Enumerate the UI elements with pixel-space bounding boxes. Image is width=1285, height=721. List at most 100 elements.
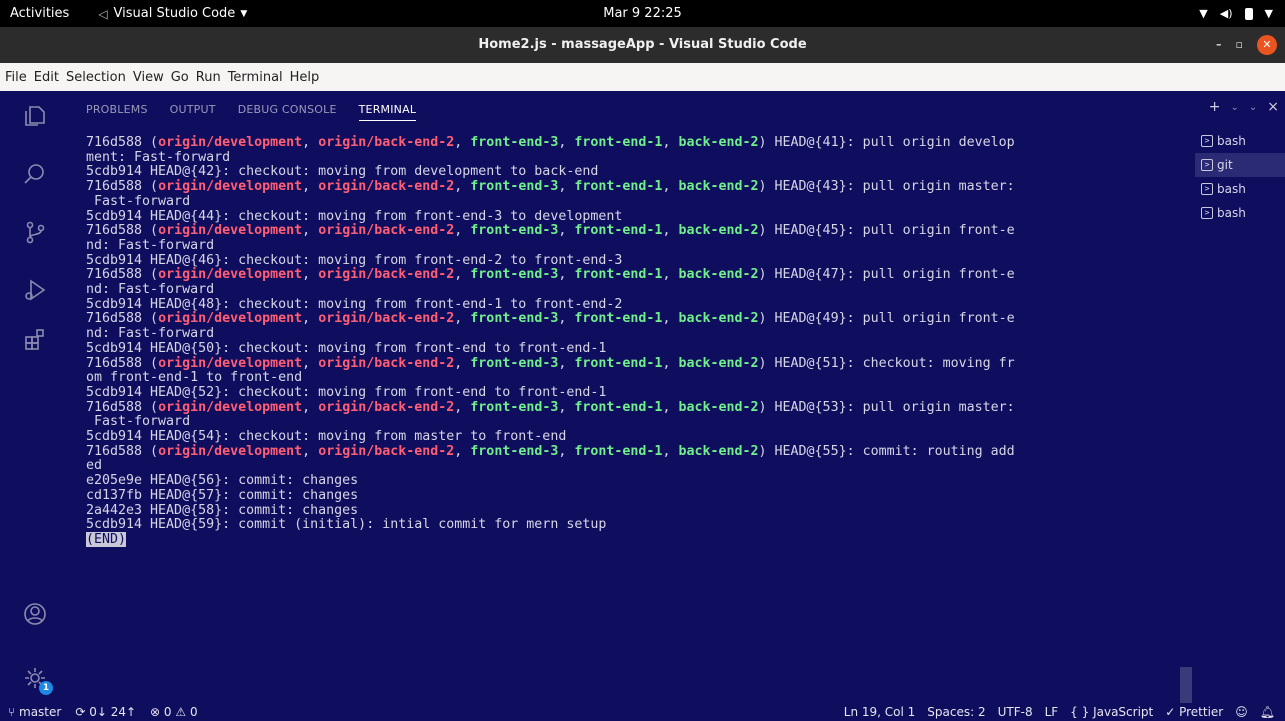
terminal-item-label: bash: [1217, 206, 1246, 220]
remote-branch-ref: origin/development: [158, 267, 303, 283]
terminal-list: > bash > git > bash > bash: [1195, 129, 1285, 225]
manage-gear-icon[interactable]: 1: [0, 665, 70, 695]
indentation[interactable]: Spaces: 2: [927, 705, 985, 719]
terminal-text: ,: [558, 443, 575, 459]
terminal-text: 5cdb914 HEAD@{52}: checkout: moving from…: [86, 384, 607, 400]
terminal-item-bash[interactable]: > bash: [1195, 177, 1285, 201]
system-tray[interactable]: ▼ ◀) ▼: [1199, 0, 1273, 27]
search-icon[interactable]: [0, 161, 70, 187]
close-panel-icon[interactable]: ×: [1267, 99, 1279, 115]
menu-terminal[interactable]: Terminal: [228, 70, 283, 85]
system-top-bar: Activities ◁ Visual Studio Code ▼ Mar 9 …: [0, 0, 1285, 27]
terminal-text: ,: [558, 267, 575, 283]
remote-branch-ref: origin/development: [158, 311, 303, 327]
close-window-button[interactable]: ✕: [1257, 35, 1277, 55]
terminal-line: 5cdb914 HEAD@{44}: checkout: moving from…: [86, 209, 1186, 225]
sync-indicator[interactable]: ⟳ 0↓ 24↑: [75, 705, 136, 719]
vscode-app-icon: ◁: [98, 6, 108, 21]
activity-bar: 1: [0, 91, 70, 703]
remote-branch-ref: origin/back-end-2: [318, 267, 455, 283]
terminal-line: e205e9e HEAD@{56}: commit: changes: [86, 473, 1186, 489]
notifications-bell-icon[interactable]: 🔔︎: [1260, 705, 1275, 719]
run-debug-icon[interactable]: [0, 277, 70, 303]
menu-view[interactable]: View: [133, 70, 164, 85]
remote-branch-ref: origin/back-end-2: [318, 355, 455, 371]
terminal-item-label: bash: [1217, 134, 1246, 148]
menu-edit[interactable]: Edit: [34, 70, 59, 85]
terminal-line: 716d588 (origin/development, origin/back…: [86, 223, 1186, 239]
terminal-text: 5cdb914 HEAD@{50}: checkout: moving from…: [86, 340, 607, 356]
remote-branch-ref: origin/back-end-2: [318, 399, 455, 415]
terminal-text: 716d588 (: [86, 443, 159, 459]
terminal-text: nd: Fast-forward: [86, 326, 215, 342]
terminal-text: 5cdb914 HEAD@{46}: checkout: moving from…: [86, 252, 623, 268]
terminal-line: 716d588 (origin/development, origin/back…: [86, 267, 1186, 283]
terminal-line: 716d588 (origin/development, origin/back…: [86, 443, 1186, 460]
terminal-text: ,: [302, 267, 319, 283]
terminal-scrollbar[interactable]: [1180, 667, 1192, 703]
terminal-text: ) HEAD@{45}: pull origin front-e: [758, 223, 1015, 239]
source-control-icon[interactable]: [0, 219, 70, 245]
problems-indicator[interactable]: ⊗ 0 ⚠ 0: [150, 705, 198, 719]
terminal-text: 2a442e3 HEAD@{58}: commit: changes: [86, 502, 359, 518]
terminal-line: 716d588 (origin/development, origin/back…: [86, 179, 1186, 195]
terminal-text: 5cdb914 HEAD@{48}: checkout: moving from…: [86, 296, 623, 312]
local-branch-ref: back-end-2: [678, 443, 759, 459]
local-branch-ref: front-end-1: [574, 267, 663, 283]
menu-selection[interactable]: Selection: [66, 70, 126, 85]
tab-problems[interactable]: PROBLEMS: [86, 91, 148, 129]
terminal-item-bash[interactable]: > bash: [1195, 201, 1285, 225]
tab-output[interactable]: OUTPUT: [170, 91, 216, 129]
terminal-line: 5cdb914 HEAD@{42}: checkout: moving from…: [86, 165, 1186, 180]
status-right: Ln 19, Col 1 Spaces: 2 UTF-8 LF { } Java…: [844, 703, 1275, 721]
encoding[interactable]: UTF-8: [998, 705, 1033, 719]
terminal-item-git[interactable]: > git: [1195, 153, 1285, 177]
terminal-text: ,: [302, 223, 319, 239]
terminal-text: ) HEAD@{51}: checkout: moving fr: [758, 355, 1015, 371]
minimize-button[interactable]: –: [1216, 35, 1222, 55]
collapse-panel-icon[interactable]: ⌄: [1249, 102, 1257, 113]
app-menu-label: Visual Studio Code: [113, 6, 236, 21]
terminal-line: Fast-forward: [86, 415, 1186, 430]
terminal-line: 2a442e3 HEAD@{58}: commit: changes: [86, 502, 1186, 519]
terminal-text: ed: [86, 458, 103, 474]
branch-indicator[interactable]: ⑂ master: [8, 705, 61, 719]
terminal-icon: >: [1201, 135, 1213, 147]
account-icon[interactable]: [0, 601, 70, 627]
end-of-line[interactable]: LF: [1045, 705, 1059, 719]
activities-button[interactable]: Activities: [0, 0, 80, 27]
terminal-item-bash[interactable]: > bash: [1195, 129, 1285, 153]
local-branch-ref: front-end-1: [574, 399, 663, 415]
local-branch-ref: front-end-1: [574, 443, 663, 459]
terminal-dropdown-icon[interactable]: ⌄: [1230, 102, 1238, 113]
terminal-text: ,: [558, 399, 575, 415]
app-menu[interactable]: ◁ Visual Studio Code ▼: [98, 6, 247, 21]
remote-branch-ref: origin/back-end-2: [318, 443, 455, 459]
menu-file[interactable]: File: [5, 70, 27, 85]
terminal-output[interactable]: 716d588 ( origin/development, origin/back…: [86, 135, 1186, 548]
new-terminal-plus-icon[interactable]: +: [1209, 99, 1221, 115]
prettier-status[interactable]: ✓ Prettier: [1165, 705, 1223, 719]
menu-help[interactable]: Help: [290, 70, 320, 85]
battery-icon: [1244, 7, 1253, 20]
terminal-text: 5cdb914 HEAD@{42}: checkout: moving from…: [86, 164, 599, 180]
tray-menu-caret-icon: ▼: [1264, 7, 1273, 20]
local-branch-ref: back-end-2: [678, 135, 759, 150]
tab-terminal[interactable]: TERMINAL: [358, 99, 417, 121]
terminal-line: 716d588 (origin/development, origin/back…: [86, 312, 1186, 327]
language-mode[interactable]: { } JavaScript: [1070, 705, 1153, 719]
menu-go[interactable]: Go: [171, 70, 189, 85]
extensions-icon[interactable]: [0, 327, 70, 353]
menu-run[interactable]: Run: [196, 70, 221, 85]
cursor-position[interactable]: Ln 19, Col 1: [844, 705, 916, 719]
terminal-text: ) HEAD@{49}: pull origin front-e: [758, 311, 1015, 327]
terminal-line: (END): [86, 531, 1186, 548]
terminal-text: ) HEAD@{41}: pull origin develop: [758, 135, 1015, 150]
local-branch-ref: front-end-3: [470, 355, 559, 371]
tab-debug-console[interactable]: DEBUG CONSOLE: [238, 91, 337, 129]
terminal-text: ) HEAD@{47}: pull origin front-e: [758, 267, 1015, 283]
explorer-icon[interactable]: [0, 103, 70, 129]
feedback-icon[interactable]: ☺: [1235, 705, 1248, 719]
caret-down-icon: ▼: [240, 8, 248, 19]
maximize-button[interactable]: ▫: [1236, 35, 1243, 55]
